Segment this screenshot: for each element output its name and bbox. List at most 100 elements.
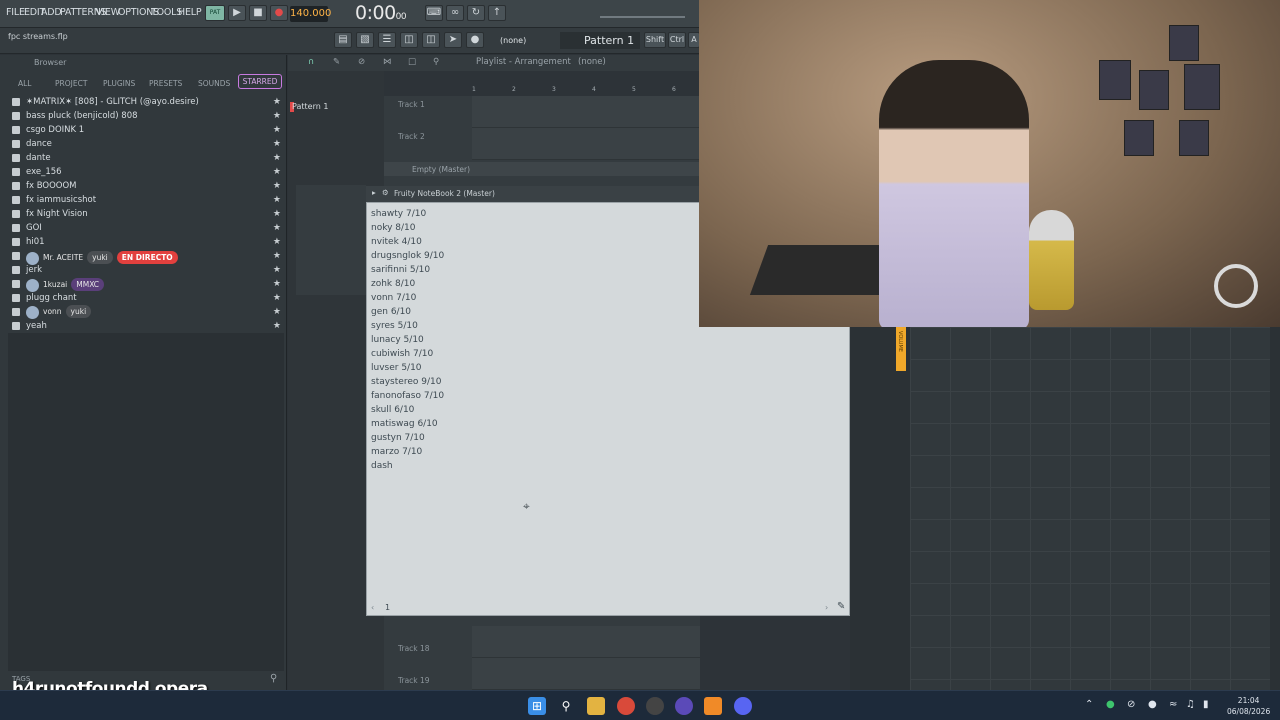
star-icon[interactable]: ★ [273, 193, 281, 207]
zoom-tool-icon[interactable]: ⚲ [433, 57, 439, 67]
select-tool-icon[interactable]: □ [408, 57, 416, 67]
browser-item[interactable]: plugg chant ★ [8, 291, 284, 305]
tray-mute-icon[interactable]: ⊘ [1127, 699, 1135, 710]
tray-microphone-icon[interactable]: ● [1148, 699, 1157, 710]
star-icon[interactable]: ★ [273, 291, 281, 305]
master-volume-slider[interactable] [600, 16, 685, 18]
mixer-icon[interactable]: ◫ [400, 32, 418, 48]
star-icon[interactable]: ★ [273, 235, 281, 249]
track-label[interactable]: Track 19 [398, 676, 430, 685]
channel-rack-icon[interactable]: ☰ [378, 32, 396, 48]
pattern-list-item[interactable]: Pattern 1 [292, 102, 328, 111]
star-icon[interactable]: ★ [273, 165, 281, 179]
track-label[interactable]: Track 18 [398, 644, 430, 653]
volume-strip[interactable]: VOLUME [896, 327, 906, 371]
star-icon[interactable]: ★ [273, 221, 281, 235]
track-lane[interactable] [472, 658, 700, 690]
battery-icon[interactable]: ▮ [1203, 699, 1209, 710]
browser-item[interactable]: dante ★ [8, 151, 284, 165]
loop-record-icon[interactable]: ↑ [488, 5, 506, 21]
play-button[interactable]: ▶ [228, 5, 246, 21]
star-icon[interactable]: ★ [273, 249, 281, 263]
playlist-icon[interactable]: ▤ [334, 32, 352, 48]
star-icon[interactable]: ★ [273, 319, 281, 333]
fl-studio-icon[interactable] [704, 697, 722, 715]
metronome-icon[interactable]: ∞ [446, 5, 464, 21]
tempo-display[interactable]: 140.000 [290, 6, 331, 22]
slice-tool-icon[interactable]: ⋈ [383, 57, 392, 67]
pat-song-toggle[interactable]: PAT [205, 5, 225, 21]
wifi-icon[interactable]: ≈ [1169, 699, 1177, 710]
star-icon[interactable]: ★ [273, 151, 281, 165]
arrow-right-icon[interactable]: ➤ [444, 32, 462, 48]
menu-view[interactable]: VIEW [96, 7, 120, 18]
windows-start-icon[interactable]: ⊞ [528, 697, 546, 715]
browser-item[interactable]: fx Night Vision ★ [8, 207, 284, 221]
browser-tab-all[interactable]: ALL [18, 79, 32, 88]
browser-tab-plugins[interactable]: PLUGINS [103, 79, 135, 88]
browser-item[interactable]: jerk ★ [8, 263, 284, 277]
pattern-selector[interactable]: Pattern 1 [560, 32, 640, 49]
wait-input-icon[interactable]: ↻ [467, 5, 485, 21]
track-lane[interactable] [472, 128, 700, 160]
star-icon[interactable]: ★ [273, 263, 281, 277]
obs-icon[interactable] [675, 697, 693, 715]
star-icon[interactable]: ★ [273, 137, 281, 151]
ctrl-key-button[interactable]: Ctrl [668, 32, 686, 48]
draw-tool-icon[interactable]: ✎ [333, 57, 340, 67]
piano-roll-icon[interactable]: ▧ [356, 32, 374, 48]
plugin-database-icon[interactable]: ◫ [422, 32, 440, 48]
browser-item[interactable]: fx BOOOOM ★ [8, 179, 284, 193]
empty-channel-header[interactable]: Empty (Master) [384, 162, 700, 176]
magnet-icon[interactable]: ∩ [308, 57, 314, 67]
stop-button[interactable]: ■ [249, 5, 267, 21]
browser-item[interactable]: dance ★ [8, 137, 284, 151]
menu-help[interactable]: HELP [178, 7, 202, 18]
chrome-icon[interactable] [617, 697, 635, 715]
volume-icon[interactable]: ♫ [1186, 699, 1195, 710]
prev-page-icon[interactable]: ‹ [371, 603, 374, 612]
discord-icon[interactable] [734, 697, 752, 715]
star-icon[interactable]: ★ [273, 123, 281, 137]
star-icon[interactable]: ★ [273, 305, 281, 319]
notebook-header[interactable]: ▸ ⚙ Fruity NoteBook 2 (Master) [366, 186, 700, 202]
track-lane[interactable] [472, 626, 700, 658]
browser-item[interactable]: GOI ★ [8, 221, 284, 235]
snap-selector[interactable]: (none) [500, 36, 526, 45]
shift-key-button[interactable]: Shift [644, 32, 666, 48]
app-icon[interactable] [646, 697, 664, 715]
star-icon[interactable]: ★ [273, 95, 281, 109]
file-explorer-icon[interactable] [587, 697, 605, 715]
browser-tab-starred[interactable]: STARRED [238, 74, 282, 89]
search-icon[interactable]: ⚲ [557, 697, 575, 715]
track-lane[interactable] [472, 96, 700, 128]
menu-add[interactable]: ADD [41, 7, 62, 18]
playlist-ruler[interactable]: 1 2 3 4 5 6 [470, 86, 700, 96]
star-icon[interactable]: ★ [273, 109, 281, 123]
star-icon[interactable]: ★ [273, 179, 281, 193]
browser-tab-presets[interactable]: PRESETS [149, 79, 182, 88]
browser-item[interactable]: csgo DOINK 1 ★ [8, 123, 284, 137]
browser-item[interactable]: yeah ★ [8, 319, 284, 333]
browser-item[interactable]: hi01 ★ [8, 235, 284, 249]
track-label[interactable]: Track 2 [398, 132, 425, 141]
record-button[interactable]: ● [270, 5, 288, 21]
expand-arrow-icon[interactable]: ▸ [372, 188, 376, 197]
taskbar-clock[interactable]: 21:04 06/08/2026 [1227, 695, 1270, 717]
search-icon[interactable]: ⚲ [270, 673, 277, 684]
typing-keyboard-icon[interactable]: ⌨ [425, 5, 443, 21]
browser-item[interactable]: bass pluck (benjicold) 808 ★ [8, 109, 284, 123]
browser-tab-project[interactable]: PROJECT [55, 79, 87, 88]
delete-tool-icon[interactable]: ⊘ [358, 57, 365, 67]
star-icon[interactable]: ★ [273, 207, 281, 221]
pencil-icon[interactable]: ✎ [837, 601, 845, 612]
browser-item[interactable]: exe_156 ★ [8, 165, 284, 179]
next-page-icon[interactable]: › [825, 603, 828, 612]
star-icon[interactable]: ★ [273, 277, 281, 291]
menu-file[interactable]: FILE [6, 7, 25, 18]
notebook-page-number[interactable]: 1 [385, 603, 390, 612]
tray-chevron-icon[interactable]: ⌃ [1085, 699, 1093, 710]
browser-item[interactable]: ✶MATRIX✶ [808] - GLITCH (@ayo.desire) ★ [8, 95, 284, 109]
track-label[interactable]: Track 1 [398, 100, 425, 109]
microphone-icon[interactable]: ● [466, 32, 484, 48]
